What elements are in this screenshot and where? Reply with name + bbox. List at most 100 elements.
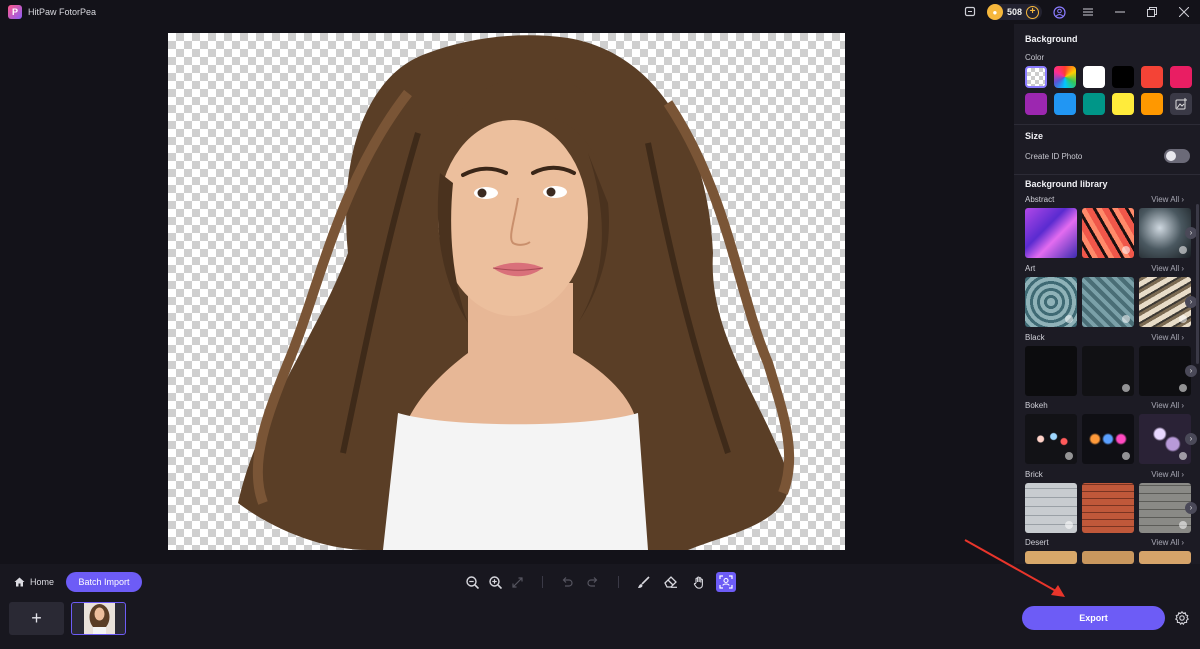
view-all-link[interactable]: View All › [1151,538,1184,547]
bg-thumb[interactable] [1025,346,1077,396]
background-heading: Background [1025,34,1078,44]
swatch-transparent[interactable] [1025,66,1047,88]
brush-icon[interactable] [634,573,652,591]
minimize-icon[interactable] [1104,0,1136,24]
swatch-black[interactable] [1112,66,1134,88]
swatch-yellow[interactable] [1112,93,1134,115]
add-coins-icon[interactable]: + [1026,5,1039,19]
view-all-link[interactable]: View All › [1151,195,1184,204]
download-icon [1122,452,1130,460]
background-panel: Background Color Size Create ID Photo Ba… [1014,24,1200,564]
library-heading: Background library [1025,179,1108,189]
id-photo-toggle[interactable] [1164,149,1190,163]
swatch-custom-image[interactable] [1170,93,1192,115]
coin-balance[interactable]: ● 508 + [986,4,1042,20]
download-icon [1179,246,1187,254]
home-button[interactable]: Home [14,577,54,587]
image-upload-icon [1175,98,1187,110]
swatch-rainbow[interactable] [1054,66,1076,88]
eraser-icon[interactable] [662,573,680,591]
bg-thumb[interactable] [1139,277,1191,327]
redo-icon[interactable] [584,573,602,591]
bg-thumb[interactable] [1082,208,1134,258]
account-icon[interactable] [1052,5,1066,19]
gear-icon[interactable] [1175,610,1189,626]
panel-divider [1014,174,1200,175]
download-icon [1179,315,1187,323]
thumbnail-portrait [84,603,115,634]
toolbar-divider [542,576,543,588]
category-label: Abstract [1025,195,1055,204]
coin-icon: ● [986,4,1003,20]
add-image-button[interactable]: + [9,602,64,635]
bg-thumb[interactable] [1025,483,1077,533]
bg-thumb[interactable] [1082,551,1134,564]
swatch-white[interactable] [1083,66,1105,88]
bg-thumb[interactable] [1139,414,1191,464]
bg-thumb[interactable] [1025,277,1077,327]
swatch-orange[interactable] [1141,93,1163,115]
view-all-link[interactable]: View All › [1151,470,1184,479]
bg-thumb[interactable] [1025,551,1077,564]
id-photo-label: Create ID Photo [1025,152,1083,161]
bg-thumb[interactable] [1139,483,1191,533]
download-icon [1065,521,1073,529]
menu-icon[interactable] [1072,0,1104,24]
swatch-pink[interactable] [1170,66,1192,88]
app-logo-icon: P [8,5,22,19]
download-icon [1179,452,1187,460]
download-icon [1065,315,1073,323]
restore-icon[interactable] [1136,0,1168,24]
export-button[interactable]: Export [1022,606,1165,630]
close-icon[interactable] [1168,0,1200,24]
view-all-link[interactable]: View All › [1151,264,1184,273]
scroll-right-icon[interactable]: › [1185,502,1197,514]
bg-thumb[interactable] [1082,414,1134,464]
swatch-teal[interactable] [1083,93,1105,115]
download-icon [1122,246,1130,254]
bg-thumb[interactable] [1139,346,1191,396]
swatch-blue[interactable] [1054,93,1076,115]
toolbar-divider [618,576,619,588]
fit-icon[interactable] [508,573,526,591]
title-bar: P HitPaw FotorPea ● 508 + [0,0,1200,24]
home-icon [14,577,25,587]
bg-thumb[interactable] [1025,208,1077,258]
bg-thumb[interactable] [1139,551,1191,564]
bg-thumb[interactable] [1082,346,1134,396]
category-label: Black [1025,333,1045,342]
size-heading: Size [1025,131,1044,141]
download-icon [1065,452,1073,460]
bg-thumb[interactable] [1139,208,1191,258]
auto-select-icon[interactable] [716,572,736,592]
download-icon [1122,384,1130,392]
download-icon [1179,521,1187,529]
download-icon [1179,384,1187,392]
coin-count: 508 [1006,7,1022,17]
hand-icon[interactable] [690,573,708,591]
category-label: Desert [1025,538,1049,547]
bg-thumb[interactable] [1025,414,1077,464]
view-all-link[interactable]: View All › [1151,333,1184,342]
bg-thumb[interactable] [1082,277,1134,327]
canvas-area[interactable] [0,24,1014,564]
category-label: Art [1025,264,1036,273]
subject-photo[interactable] [168,33,845,550]
scroll-right-icon[interactable]: › [1185,433,1197,445]
batch-import-button[interactable]: Batch Import [66,572,142,592]
category-label: Brick [1025,470,1043,479]
image-thumbnail[interactable] [71,602,126,635]
swatch-purple[interactable] [1025,93,1047,115]
feedback-icon[interactable] [963,5,977,19]
panel-scrollbar[interactable] [1196,204,1199,364]
download-icon [1122,315,1130,323]
category-label: Bokeh [1025,401,1048,410]
undo-icon[interactable] [558,573,576,591]
view-all-link[interactable]: View All › [1151,401,1184,410]
zoom-in-icon[interactable] [486,573,504,591]
scroll-right-icon[interactable]: › [1185,365,1197,377]
swatch-red[interactable] [1141,66,1163,88]
color-label: Color [1025,53,1045,62]
zoom-out-icon[interactable] [463,573,481,591]
bg-thumb[interactable] [1082,483,1134,533]
